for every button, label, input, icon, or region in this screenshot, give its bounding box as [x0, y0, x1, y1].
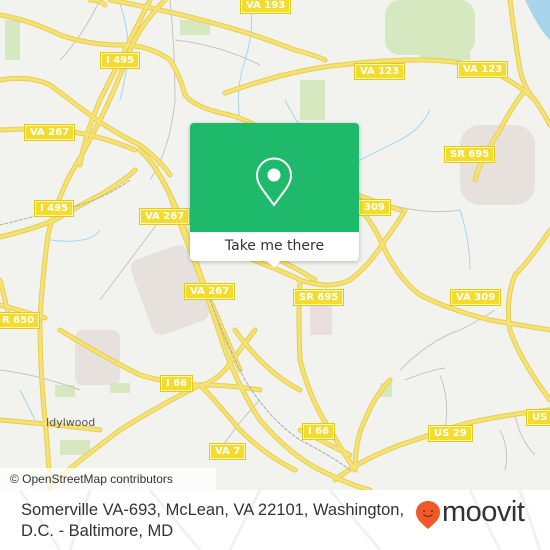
road-shield-sr695: SR 695 — [445, 147, 495, 162]
map-pin-icon — [255, 157, 293, 207]
address-text: Somerville VA-693, McLean, VA 22101, Was… — [21, 501, 405, 540]
road-shield-va123: VA 123 — [355, 64, 405, 79]
destination-popup: Take me there — [190, 123, 359, 268]
road-shield-va193: VA 193 — [241, 0, 291, 13]
road-shield-va267: VA 267 — [140, 209, 190, 224]
road-shield-sr650: R 650 — [0, 313, 40, 328]
footer: Somerville VA-693, McLean, VA 22101, Was… — [0, 490, 550, 550]
road-shield-us29: US — [527, 410, 550, 425]
road-shield-i495: I 495 — [101, 53, 140, 68]
road-shield-va267: VA 267 — [185, 284, 235, 299]
road-shield-va267: VA 267 — [25, 125, 75, 140]
road-shield-sr695: SR 695 — [294, 290, 344, 305]
road-shield-va123: VA 123 — [458, 62, 508, 77]
road-shield-i66: I 66 — [161, 376, 193, 391]
road-shield-va309: 309 — [359, 200, 390, 215]
road-shield-va7: VA 7 — [210, 444, 246, 459]
popup-header — [190, 123, 359, 232]
moovit-logo[interactable]: moovit — [415, 496, 540, 530]
road-shield-i495: I 495 — [35, 201, 74, 216]
take-me-there-button[interactable]: Take me there — [190, 232, 359, 261]
place-label-idylwood: Idylwood — [46, 416, 96, 429]
road-shield-i66: I 66 — [303, 424, 335, 439]
popup-pointer — [267, 260, 281, 268]
moovit-wordmark: moovit — [442, 496, 525, 528]
road-shield-va309: VA 309 — [451, 290, 501, 305]
moovit-pin-icon — [416, 501, 440, 529]
osm-attribution[interactable]: © OpenStreetMap contributors — [0, 468, 216, 490]
map[interactable]: VA 193 I 495 VA 123 VA 123 VA 267 SR 695… — [0, 0, 550, 490]
road-shield-us29: US 29 — [429, 426, 472, 441]
